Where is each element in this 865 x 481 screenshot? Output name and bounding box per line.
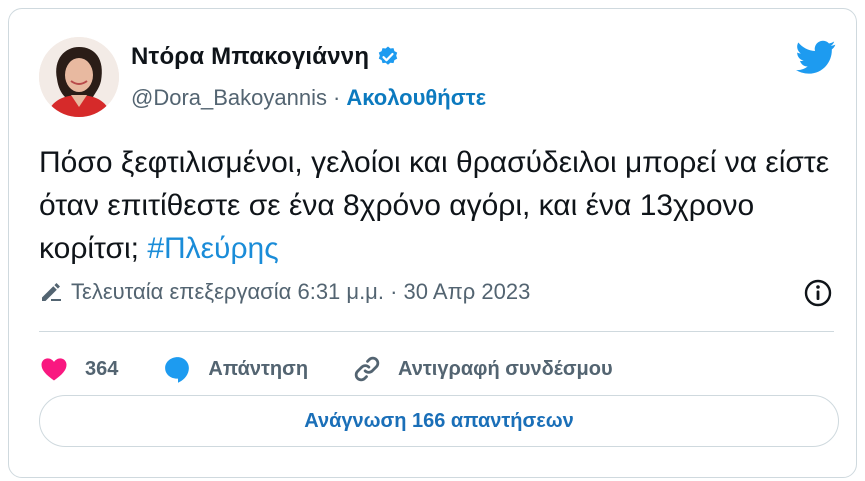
edit-info-row[interactable]: Τελευταία επεξεργασία 6:31 μ.μ. · 30 Απρ… — [39, 279, 530, 305]
author-name[interactable]: Ντόρα Μπακογιάννη — [131, 43, 369, 71]
link-icon — [352, 354, 382, 384]
follow-button[interactable]: Ακολουθήστε — [346, 85, 486, 110]
separator-dot: · — [333, 85, 341, 110]
hashtag-link[interactable]: #Πλεύρης — [147, 232, 278, 265]
info-icon[interactable] — [802, 277, 834, 309]
like-button[interactable]: 364 — [39, 354, 118, 384]
pencil-icon — [39, 280, 63, 304]
avatar[interactable] — [39, 37, 119, 117]
verified-badge-icon — [376, 45, 400, 69]
read-replies-button[interactable]: Ανάγνωση 166 απαντήσεων — [39, 395, 839, 447]
handle-row: @Dora_Bakoyannis · Ακολουθήστε — [131, 85, 486, 111]
tweet-text: Πόσο ξεφτιλισμένοι, γελοίοι και θρασύδει… — [39, 141, 839, 270]
like-count: 364 — [85, 357, 119, 380]
read-replies-label: Ανάγνωση 166 απαντήσεων — [304, 409, 574, 432]
tweet-card: Ντόρα Μπακογιάννη @Dora_Bakoyannis · Ακολο… — [8, 8, 857, 478]
twitter-bird-icon[interactable] — [796, 37, 836, 77]
author-name-row: Ντόρα Μπακογιάννη — [131, 43, 400, 71]
copy-link-button[interactable]: Αντιγραφή συνδέσμου — [352, 354, 613, 384]
divider — [39, 331, 834, 332]
edited-timestamp[interactable]: Τελευταία επεξεργασία 6:31 μ.μ. · 30 Απρ… — [71, 279, 530, 305]
copy-link-label: Αντιγραφή συνδέσμου — [398, 357, 613, 380]
heart-icon — [39, 354, 69, 384]
author-handle[interactable]: @Dora_Bakoyannis — [131, 85, 327, 110]
reply-bubble-icon — [162, 354, 192, 384]
reply-label: Απάντηση — [208, 357, 309, 380]
reply-button[interactable]: Απάντηση — [162, 354, 308, 384]
action-bar: 364 Απάντηση Αντιγραφή συνδέσμου — [39, 345, 657, 393]
